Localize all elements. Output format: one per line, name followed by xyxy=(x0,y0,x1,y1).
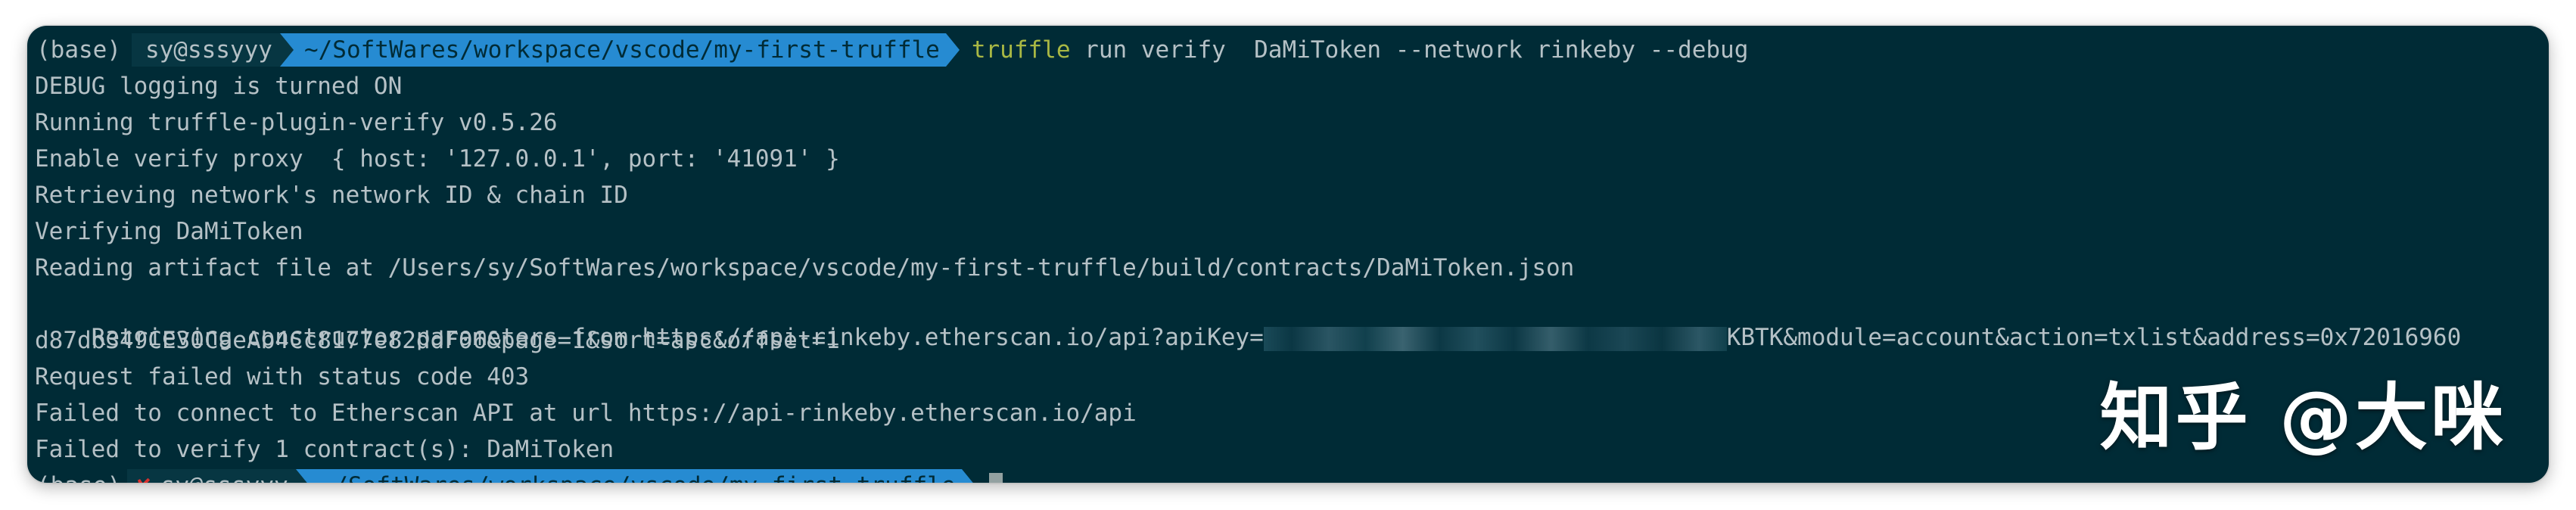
text-cursor[interactable] xyxy=(988,473,1003,483)
zhihu-watermark: 知乎 @大咪 xyxy=(2099,375,2506,460)
current-directory-segment: ~/SoftWares/workspace/vscode/my-first-tr… xyxy=(309,469,962,483)
output-line: DEBUG logging is turned ON xyxy=(35,73,403,100)
user-host-segment: sy@sssyyy xyxy=(131,33,280,67)
constructor-url-suffix: KBTK&module=account&action=txlist&addres… xyxy=(1726,324,2462,351)
user-host-segment: ✘sy@sssyyy xyxy=(126,469,296,483)
redacted-api-key xyxy=(1263,326,1727,351)
segment-separator-icon xyxy=(961,469,975,483)
output-line: Request failed with status code 403 xyxy=(35,363,530,390)
terminal-window[interactable]: (base) sy@sssyyy ~/SoftWares/workspace/v… xyxy=(27,26,2549,483)
output-line-constructor: Retrieving constructor parameters from h… xyxy=(35,288,2462,351)
segment-separator-icon xyxy=(295,469,310,483)
output-line: Retrieving network's network ID & chain … xyxy=(35,182,628,209)
command-name: truffle xyxy=(971,36,1071,64)
command-arguments: run verify DaMiToken --network rinkeby -… xyxy=(1070,36,1749,64)
prompt-line: (base) sy@sssyyy ~/SoftWares/workspace/v… xyxy=(35,33,1748,67)
segment-separator-icon xyxy=(279,33,294,67)
output-line: Failed to verify 1 contract(s): DaMiToke… xyxy=(35,436,614,463)
output-line: Running truffle-plugin-verify v0.5.26 xyxy=(35,109,558,136)
conda-env-label: (base) xyxy=(36,36,121,64)
output-line: Verifying DaMiToken xyxy=(35,218,303,245)
user-host-label: sy@sssyyy xyxy=(161,472,288,483)
output-line: Reading artifact file at /Users/sy/SoftW… xyxy=(35,254,1575,281)
segment-separator-icon xyxy=(945,33,960,67)
output-line: Enable verify proxy { host: '127.0.0.1',… xyxy=(35,145,840,173)
error-status-icon: ✘ xyxy=(136,472,161,483)
prompt-line-current: (base) ✘sy@sssyyy ~/SoftWares/workspace/… xyxy=(35,469,1003,483)
output-line: d87db349CE30CaeAb4Cc8177e82ddF06&page=1&… xyxy=(35,327,840,354)
current-directory-segment: ~/SoftWares/workspace/vscode/my-first-tr… xyxy=(293,33,946,67)
output-line: Failed to connect to Etherscan API at ur… xyxy=(35,400,1137,427)
conda-env-label: (base) xyxy=(35,469,127,483)
